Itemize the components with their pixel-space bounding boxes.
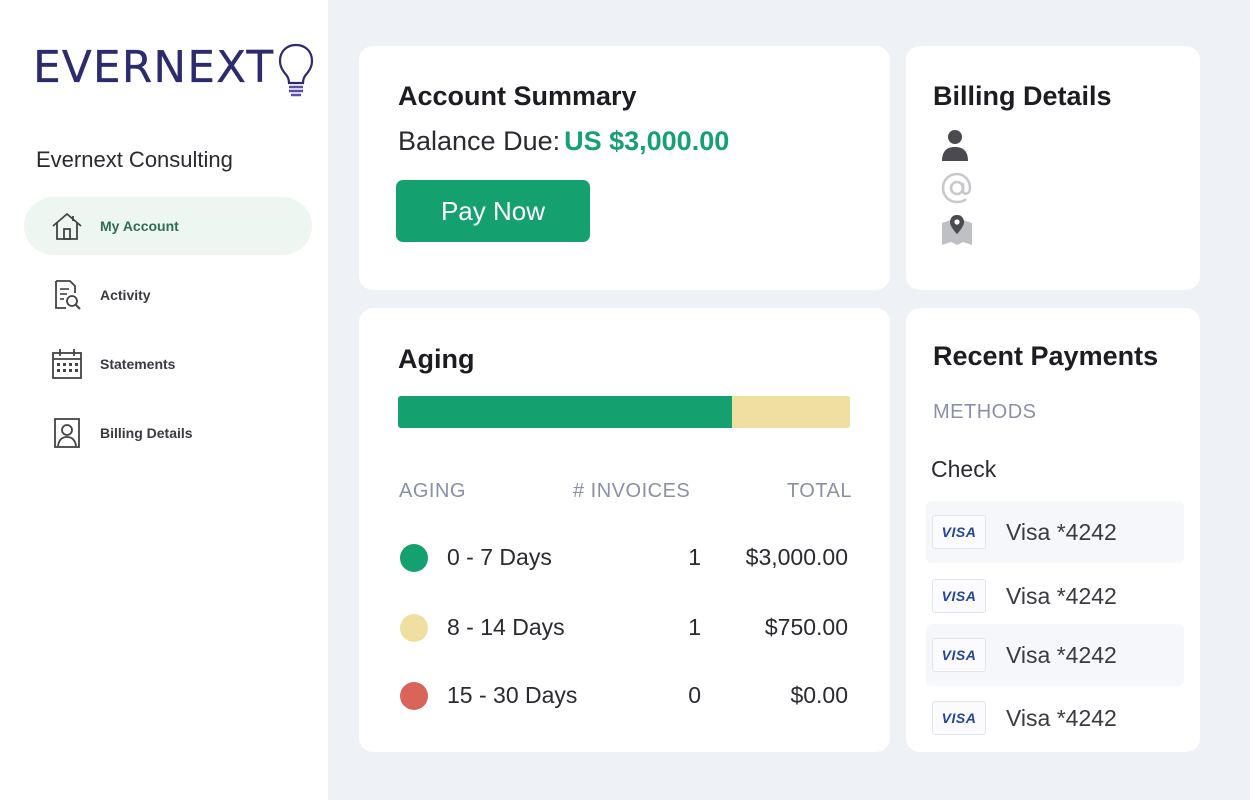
aging-row: 0 - 7 Days 1 $3,000.00	[359, 538, 890, 578]
payment-method-label: Visa *4242	[1006, 704, 1117, 731]
payment-method-item[interactable]: VISA Visa *4242	[926, 501, 1184, 563]
sidebar-item-label: Activity	[100, 287, 151, 303]
column-header-total: TOTAL	[786, 480, 852, 502]
aging-bar-segment	[732, 396, 850, 428]
sidebar-nav: My Account Activity Statements Billing D…	[24, 197, 312, 473]
payment-method-check[interactable]: Check	[931, 456, 996, 483]
status-dot	[400, 682, 428, 710]
sidebar-item-label: Billing Details	[100, 425, 193, 441]
aging-bar-segment	[398, 396, 733, 428]
balance-amount: US $3,000.00	[564, 126, 730, 156]
sidebar-item-activity[interactable]: Activity	[24, 266, 312, 324]
person-icon	[940, 128, 970, 167]
invoice-count: 0	[688, 682, 701, 708]
payment-method-item[interactable]: VISA Visa *4242	[926, 687, 1184, 749]
aging-total: $750.00	[764, 614, 848, 640]
methods-header: METHODS	[933, 401, 1037, 423]
invoice-count: 1	[688, 544, 701, 570]
aging-row: 15 - 30 Days 0 $0.00	[359, 676, 890, 716]
aging-row: 8 - 14 Days 1 $750.00	[359, 608, 890, 648]
payment-method-label: Visa *4242	[1006, 641, 1117, 668]
aging-range: 0 - 7 Days	[447, 544, 552, 570]
billing-details-card: Billing Details	[906, 46, 1200, 290]
at-sign-icon	[940, 171, 974, 210]
visa-card-icon: VISA	[932, 515, 986, 549]
status-dot	[400, 544, 428, 572]
aging-total: $3,000.00	[745, 544, 848, 570]
aging-range: 15 - 30 Days	[447, 682, 578, 708]
company-name: Evernext Consulting	[36, 147, 233, 172]
account-summary-title: Account Summary	[398, 81, 637, 111]
recent-payments-card: Recent Payments METHODS Check VISA Visa …	[906, 308, 1200, 752]
column-header-aging: AGING	[399, 480, 466, 502]
payment-method-label: Visa *4242	[1006, 582, 1117, 609]
lightbulb-icon	[278, 42, 314, 103]
aging-range: 8 - 14 Days	[447, 614, 565, 640]
invoice-count: 1	[688, 614, 701, 640]
payment-method-item[interactable]: VISA Visa *4242	[926, 624, 1184, 686]
sidebar: EVERNEXT Evernext Consulting My Account	[0, 0, 328, 800]
sidebar-item-label: My Account	[100, 218, 179, 234]
balance-label: Balance Due:	[398, 126, 561, 156]
visa-card-icon: VISA	[932, 579, 986, 613]
status-dot	[400, 614, 428, 642]
home-icon	[50, 209, 84, 243]
sidebar-item-billing-details[interactable]: Billing Details	[24, 404, 312, 462]
user-card-icon	[50, 416, 84, 450]
visa-card-icon: VISA	[932, 638, 986, 672]
brand-logo[interactable]: EVERNEXT	[33, 40, 314, 103]
payment-method-label: Visa *4242	[1006, 518, 1117, 545]
payment-method-item[interactable]: VISA Visa *4242	[926, 565, 1184, 627]
account-summary-card: Account Summary Balance Due: US $3,000.00…	[359, 46, 890, 290]
billing-details-title: Billing Details	[933, 81, 1112, 111]
sidebar-item-label: Statements	[100, 356, 176, 372]
sidebar-item-my-account[interactable]: My Account	[24, 197, 312, 255]
logo-text: EVERNEXT	[33, 42, 275, 93]
calendar-icon	[50, 347, 84, 381]
map-pin-icon	[940, 213, 974, 252]
recent-payments-title: Recent Payments	[933, 341, 1159, 371]
aging-card: Aging AGING # INVOICES TOTAL 0 - 7 Days …	[359, 308, 890, 752]
pay-now-button[interactable]: Pay Now	[396, 180, 590, 242]
visa-card-icon: VISA	[932, 701, 986, 735]
aging-progress-bar	[398, 396, 850, 428]
balance-due: Balance Due: US $3,000.00	[398, 126, 729, 157]
aging-total: $0.00	[790, 682, 848, 708]
document-search-icon	[50, 278, 84, 312]
sidebar-item-statements[interactable]: Statements	[24, 335, 312, 393]
aging-title: Aging	[398, 344, 475, 374]
column-header-invoices: # INVOICES	[573, 480, 691, 502]
